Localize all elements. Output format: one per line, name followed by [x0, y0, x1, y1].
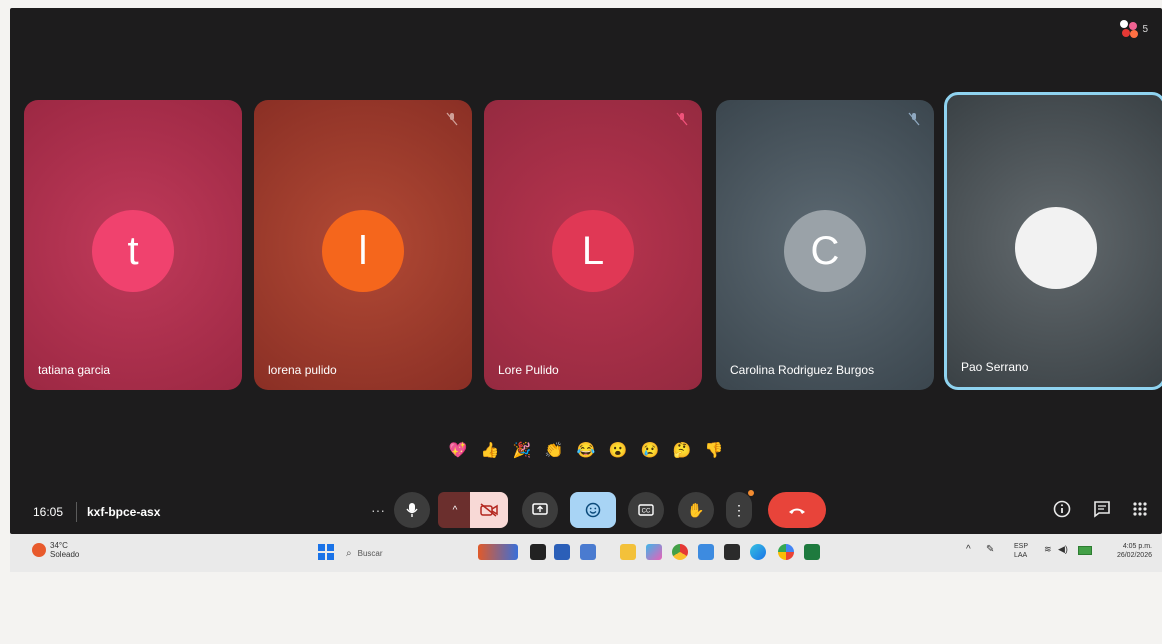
participant-name: Carolina Rodriguez Burgos — [730, 363, 875, 377]
app-l-icon[interactable] — [530, 544, 546, 560]
reaction-heart[interactable]: 💖 — [447, 441, 469, 459]
mic-off-icon — [446, 112, 458, 126]
participant-tile-active[interactable]: Pao Serrano — [944, 92, 1162, 390]
copilot-icon[interactable] — [646, 544, 662, 560]
hand-icon: ✋ — [687, 501, 705, 518]
participant-tile[interactable]: l lorena pulido — [254, 100, 472, 390]
emoji-reactions-button[interactable] — [570, 492, 616, 528]
chevron-up-icon[interactable]: ^ — [966, 544, 971, 555]
sticky-notes-icon[interactable] — [724, 544, 740, 560]
end-call-icon — [789, 508, 805, 514]
info-icon[interactable] — [1052, 499, 1072, 519]
microphone-button[interactable] — [394, 492, 430, 528]
more-options-button[interactable]: ⋮ — [726, 490, 754, 528]
meeting-code: kxf-bpce-asx — [87, 505, 161, 519]
camera-off-icon — [480, 503, 498, 517]
wifi-icon[interactable]: ≋ — [1044, 544, 1052, 555]
participant-count: 5 — [1142, 23, 1148, 35]
excel-icon[interactable] — [804, 544, 820, 560]
sun-icon — [32, 543, 46, 557]
reaction-thumbs-down[interactable]: 👎 — [703, 441, 725, 459]
avatar-initial: l — [358, 228, 368, 273]
battery-icon[interactable] — [1078, 546, 1092, 555]
lang-bottom: LAA — [1014, 552, 1028, 559]
more-vert-icon: ⋮ — [732, 502, 746, 518]
avatar-initial: C — [810, 228, 840, 273]
participants-indicator[interactable]: 5 — [1120, 20, 1148, 38]
present-icon — [532, 503, 548, 515]
reaction-thinking[interactable]: 🤔 — [671, 441, 693, 459]
avatar: l — [322, 210, 404, 292]
more-audio-options-button[interactable]: ··· — [366, 492, 390, 528]
reaction-surprised[interactable]: 😮 — [607, 441, 629, 459]
reactions-bar: 💖 👍 🎉 👏 😂 😮 😢 🤔 👎 — [447, 441, 725, 459]
avatar-initial: t — [127, 228, 139, 273]
present-screen-button[interactable] — [522, 492, 558, 528]
avatar — [1015, 207, 1097, 289]
activities-icon[interactable] — [1130, 499, 1150, 519]
avatar-initial: L — [581, 228, 605, 273]
chat-icon[interactable] — [1092, 499, 1112, 519]
lang-top: ESP — [1014, 543, 1029, 550]
participant-name: Lore Pulido — [498, 363, 559, 377]
avatar: L — [552, 210, 634, 292]
ellipsis-icon: ··· — [371, 502, 385, 518]
weather-temp: 34°C — [50, 541, 68, 550]
windows-start-icon[interactable] — [318, 544, 334, 560]
mic-off-icon — [676, 112, 688, 126]
clock-time: 4:05 p.m. — [1122, 543, 1152, 550]
emoji-icon — [585, 502, 601, 518]
participants-icon — [1120, 20, 1139, 38]
reaction-sad[interactable]: 😢 — [639, 441, 661, 459]
reaction-laugh[interactable]: 😂 — [575, 441, 597, 459]
participant-name: Pao Serrano — [961, 360, 1029, 374]
participant-tile[interactable]: L Lore Pulido — [484, 100, 702, 390]
search-placeholder: Buscar — [357, 548, 383, 558]
pen-icon[interactable]: ✎ — [986, 544, 994, 555]
clock-date: 26/02/2026 — [1116, 552, 1152, 559]
reaction-thumbs-up[interactable]: 👍 — [479, 441, 501, 459]
edge-icon[interactable] — [750, 544, 766, 560]
raise-hand-button[interactable]: ✋ — [678, 492, 714, 528]
file-explorer-icon[interactable] — [620, 544, 636, 560]
chrome-icon[interactable] — [672, 544, 688, 560]
language-indicator[interactable]: ESP LAA — [1014, 542, 1028, 560]
avatar: t — [92, 210, 174, 292]
avatar: C — [784, 210, 866, 292]
participant-tile[interactable]: C Carolina Rodriguez Burgos — [716, 100, 934, 390]
meet-window: 5 t tatiana garcia l lorena pulido L Lor… — [10, 8, 1162, 534]
taskbar-search[interactable]: ⌕ Buscar — [346, 544, 436, 562]
mic-off-icon — [908, 112, 920, 126]
notification-dot — [748, 490, 754, 496]
weather-widget[interactable]: 34°C Soleado — [32, 541, 79, 559]
google-app-icon[interactable] — [778, 544, 794, 560]
reaction-party[interactable]: 🎉 — [511, 441, 533, 459]
divider — [76, 502, 77, 522]
participant-grid: t tatiana garcia l lorena pulido L Lore … — [24, 92, 1162, 402]
store-app-icon[interactable] — [698, 544, 714, 560]
camera-options-button[interactable]: ^ — [438, 492, 472, 528]
leave-call-button[interactable] — [768, 492, 826, 528]
news-app-icon[interactable] — [478, 544, 518, 560]
participant-tile[interactable]: t tatiana garcia — [24, 100, 242, 390]
windows-taskbar: 34°C Soleado ⌕ Buscar ^ ✎ ESP LAA ≋ ◀) 4… — [10, 534, 1162, 572]
captions-button[interactable]: CC — [628, 492, 664, 528]
people-app-icon[interactable] — [580, 544, 596, 560]
photos-app-icon[interactable] — [554, 544, 570, 560]
camera-off-button[interactable] — [470, 492, 508, 528]
microphone-icon — [406, 503, 418, 517]
weather-desc: Soleado — [50, 550, 80, 559]
search-icon: ⌕ — [346, 547, 352, 559]
volume-icon[interactable]: ◀) — [1058, 544, 1068, 555]
meeting-controls: 16:05 kxf-bpce-asx ··· ^ CC ✋ ⋮ — [10, 478, 1162, 528]
participant-name: tatiana garcia — [38, 363, 111, 377]
svg-text:CC: CC — [642, 509, 651, 515]
reaction-clap[interactable]: 👏 — [543, 441, 565, 459]
captions-icon: CC — [638, 504, 654, 516]
chevron-up-icon: ^ — [452, 504, 458, 516]
meeting-time: 16:05 — [33, 505, 64, 519]
system-clock[interactable]: 4:05 p.m. 26/02/2026 — [1100, 542, 1152, 560]
participant-name: lorena pulido — [268, 363, 337, 377]
